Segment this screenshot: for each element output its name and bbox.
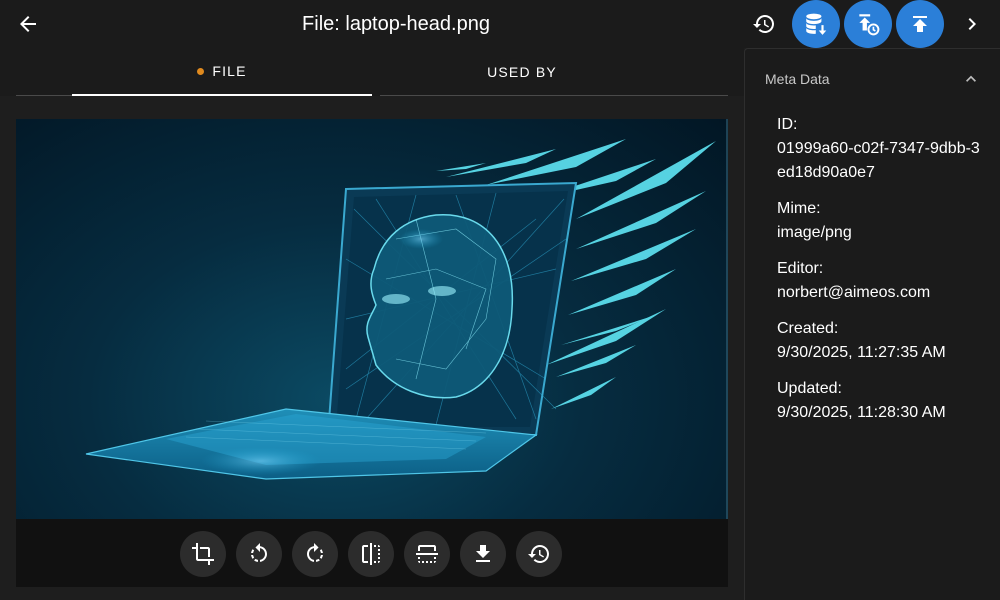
chevron-up-icon: [961, 69, 981, 89]
laptop-head-image: [16, 119, 728, 519]
tab-file-label: File: [212, 63, 246, 79]
collapse-button[interactable]: [959, 67, 983, 91]
image-preview: [16, 119, 728, 519]
tab-used-by[interactable]: Used by: [372, 48, 672, 96]
tab-bar: File Used by: [0, 48, 744, 96]
tab-file[interactable]: File: [72, 48, 372, 96]
app-header: File: laptop-head.png: [0, 0, 1000, 48]
flip-horizontal-icon: [359, 542, 383, 566]
meta-label: ID:: [777, 113, 987, 137]
meta-value: norbert@aimeos.com: [777, 281, 987, 305]
rotate-right-icon: [303, 542, 327, 566]
meta-value: 9/30/2025, 11:27:35 AM: [777, 341, 987, 365]
tab-used-by-label: Used by: [487, 64, 557, 80]
meta-label: Mime:: [777, 197, 987, 221]
rotate-right-button[interactable]: [292, 531, 338, 577]
meta-label: Editor:: [777, 257, 987, 281]
history-icon: [752, 12, 776, 36]
meta-label: Created:: [777, 317, 987, 341]
rotate-left-button[interactable]: [236, 531, 282, 577]
publish-clock-icon: [855, 11, 881, 37]
meta-value: image/png: [777, 221, 987, 245]
meta-created: Created: 9/30/2025, 11:27:35 AM: [777, 317, 987, 365]
flip-vertical-icon: [415, 542, 439, 566]
meta-mime: Mime: image/png: [777, 197, 987, 245]
revert-button[interactable]: [516, 531, 562, 577]
meta-data-panel: Meta Data ID: 01999a60-c02f-7347-9dbb-3e…: [744, 48, 1000, 600]
flip-horizontal-button[interactable]: [348, 531, 394, 577]
meta-label: Updated:: [777, 377, 987, 401]
meta-updated: Updated: 9/30/2025, 11:28:30 AM: [777, 377, 987, 425]
history-icon: [527, 542, 551, 566]
toggle-panel-button[interactable]: [952, 4, 992, 44]
save-to-database-button[interactable]: [792, 0, 840, 48]
meta-value: 9/30/2025, 11:28:30 AM: [777, 401, 987, 425]
crop-button[interactable]: [180, 531, 226, 577]
tab-divider: [380, 95, 728, 96]
download-button[interactable]: [460, 531, 506, 577]
meta-value: 01999a60-c02f-7347-9dbb-3ed18d90a0e7: [777, 137, 987, 185]
tab-divider: [16, 95, 72, 96]
chevron-right-icon: [960, 12, 984, 36]
download-icon: [471, 542, 495, 566]
arrow-back-icon: [16, 12, 40, 36]
history-button[interactable]: [742, 2, 786, 46]
meta-id: ID: 01999a60-c02f-7347-9dbb-3ed18d90a0e7: [777, 113, 987, 185]
page-title: File: laptop-head.png: [240, 0, 552, 48]
meta-data-list: ID: 01999a60-c02f-7347-9dbb-3ed18d90a0e7…: [777, 113, 987, 437]
schedule-publish-button[interactable]: [844, 0, 892, 48]
crop-icon: [191, 542, 215, 566]
image-toolbar: [16, 519, 728, 587]
modified-indicator: [197, 68, 204, 75]
publish-button[interactable]: [896, 0, 944, 48]
meta-data-header[interactable]: Meta Data: [745, 49, 1000, 109]
flip-vertical-button[interactable]: [404, 531, 450, 577]
back-button[interactable]: [8, 4, 48, 44]
rotate-left-icon: [247, 542, 271, 566]
database-download-icon: [803, 11, 829, 37]
meta-editor: Editor: norbert@aimeos.com: [777, 257, 987, 305]
meta-data-title: Meta Data: [765, 71, 830, 87]
publish-icon: [908, 12, 932, 36]
